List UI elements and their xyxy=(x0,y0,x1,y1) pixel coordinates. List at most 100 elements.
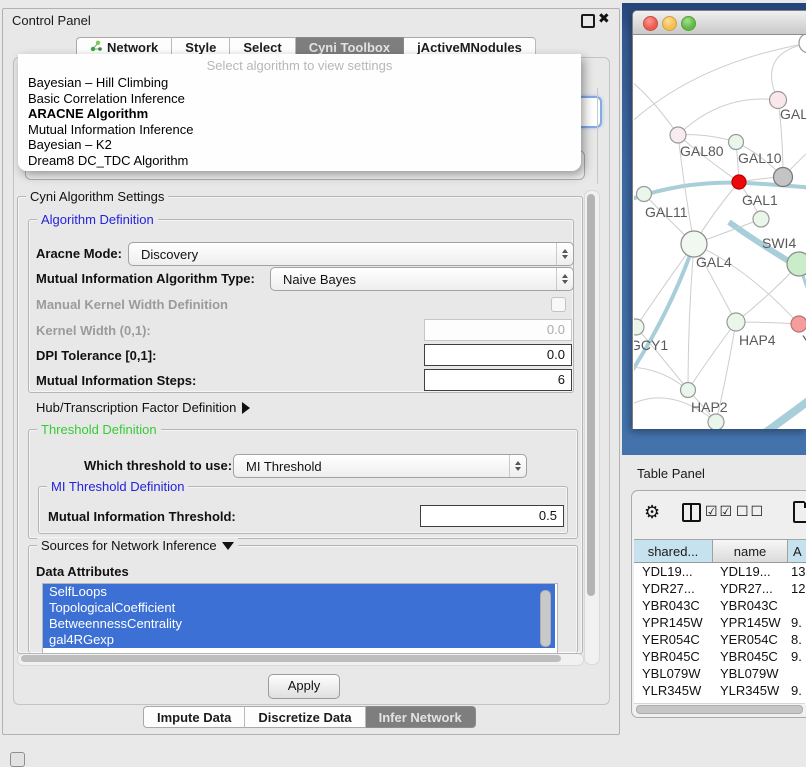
table-row[interactable]: YBL079WYBL079W xyxy=(634,665,806,682)
algorithm-option[interactable]: ARACNE Algorithm xyxy=(18,106,581,122)
attribute-item-selected[interactable]: SelfLoops xyxy=(43,584,555,600)
table-row[interactable]: YER054CYER054C8. xyxy=(634,631,806,648)
table-cell: 13 xyxy=(786,563,806,580)
algorithm-option[interactable]: Dream8 DC_TDC Algorithm xyxy=(18,153,581,169)
table-row[interactable]: YBR045CYBR045C9. xyxy=(634,648,806,665)
column-header[interactable]: shared... xyxy=(634,540,713,562)
table-row[interactable]: YPR145WYPR145W9. xyxy=(634,614,806,631)
collapse-down-icon xyxy=(222,542,234,550)
table-cell: YER054C xyxy=(712,631,786,648)
network-node[interactable] xyxy=(799,35,806,53)
bottom-tabbar: Impute Data Discretize Data Infer Networ… xyxy=(143,706,476,728)
tab-label: Select xyxy=(243,40,281,55)
node-label: GAL10 xyxy=(738,150,782,166)
dpi-tolerance-field[interactable]: 0.0 xyxy=(424,344,572,366)
network-canvas[interactable]: GALGAL80GAL10GAL1GAL11GAL4SWI4HAP4YGCY1H… xyxy=(634,35,806,429)
sources-title: Sources for Network Inference xyxy=(41,538,217,553)
network-node[interactable] xyxy=(753,211,769,227)
sources-toggle[interactable]: Sources for Network Inference xyxy=(37,538,238,553)
algorithm-option[interactable]: Bayesian – Hill Climbing xyxy=(18,75,581,91)
network-view-window[interactable]: GALGAL80GAL10GAL1GAL11GAL4SWI4HAP4YGCY1H… xyxy=(632,10,806,429)
mi-threshold-label: Mutual Information Threshold: xyxy=(48,509,236,524)
select-all-checked-icon[interactable]: ☑☑ xyxy=(705,503,734,520)
tab-discretize-data[interactable]: Discretize Data xyxy=(245,706,365,728)
table-cell: YDR27... xyxy=(712,580,786,597)
tab-infer-network[interactable]: Infer Network xyxy=(366,706,476,728)
network-nodes[interactable] xyxy=(634,35,806,429)
columns-icon[interactable] xyxy=(682,503,701,522)
table-horizontal-scrollbar[interactable] xyxy=(634,703,805,714)
network-node-y[interactable] xyxy=(791,316,806,332)
manual-kernel-label: Manual Kernel Width Definition xyxy=(36,297,228,312)
table-row[interactable]: YLR345WYLR345W9. xyxy=(634,682,806,699)
kernel-width-label: Kernel Width (0,1): xyxy=(36,323,151,338)
algorithm-option[interactable]: Basic Correlation Inference xyxy=(18,91,581,107)
mi-threshold-field[interactable]: 0.5 xyxy=(420,505,564,527)
table-cell: 8. xyxy=(786,631,806,648)
stepper-icon xyxy=(509,455,526,477)
minimized-panel-icon[interactable] xyxy=(10,752,25,767)
data-attributes-list[interactable]: SelfLoopsTopologicalCoefficientBetweenne… xyxy=(42,583,558,654)
network-node-gal80[interactable] xyxy=(670,127,686,143)
aracne-mode-select[interactable]: Discovery xyxy=(128,242,574,266)
kernel-width-field[interactable]: 0.0 xyxy=(424,319,572,341)
stepper-icon xyxy=(556,243,573,265)
group-title: Threshold Definition xyxy=(37,422,161,437)
table-row[interactable]: YBR043CYBR043C xyxy=(634,597,806,614)
network-window-titlebar[interactable] xyxy=(633,11,806,35)
network-node[interactable] xyxy=(708,414,724,429)
document-icon[interactable] xyxy=(793,501,806,523)
which-threshold-select[interactable]: MI Threshold xyxy=(233,454,527,478)
table-cell: YBR045C xyxy=(712,648,786,665)
minimize-traffic-icon[interactable] xyxy=(662,16,677,31)
close-icon[interactable]: ✖ xyxy=(598,10,610,27)
mi-type-select[interactable]: Naive Bayes xyxy=(270,267,574,291)
table-header-row: shared... name A xyxy=(634,539,806,563)
deselect-all-icon[interactable]: ☐☐ xyxy=(736,503,765,520)
scrollbar-thumb[interactable] xyxy=(21,655,561,662)
gear-icon[interactable]: ⚙ xyxy=(644,503,660,521)
list-scrollbar-thumb[interactable] xyxy=(540,590,551,647)
network-node-gal11[interactable] xyxy=(637,187,652,202)
algorithm-dropdown: Select algorithm to view settings Bayesi… xyxy=(18,54,581,171)
algorithm-option[interactable]: Mutual Information Inference xyxy=(18,122,581,138)
network-node-labels: GALGAL80GAL10GAL1GAL11GAL4SWI4HAP4YGCY1H… xyxy=(634,106,806,415)
network-node-hap2[interactable] xyxy=(681,383,696,398)
zoom-traffic-icon[interactable] xyxy=(681,16,696,31)
scrollbar-thumb[interactable] xyxy=(587,194,595,596)
attribute-item-selected[interactable]: gal4RGexp xyxy=(43,632,555,648)
scrollbar-thumb[interactable] xyxy=(636,705,803,714)
network-node-hap4[interactable] xyxy=(727,313,745,331)
close-traffic-icon[interactable] xyxy=(643,16,658,31)
network-node[interactable] xyxy=(774,168,793,187)
mi-type-label: Mutual Information Algorithm Type: xyxy=(36,271,255,286)
algorithm-dropdown-prompt: Select algorithm to view settings xyxy=(18,54,581,75)
algorithm-dropdown-list: Bayesian – Hill ClimbingBasic Correlatio… xyxy=(18,75,581,168)
tab-impute-data[interactable]: Impute Data xyxy=(143,706,245,728)
node-label: GAL xyxy=(780,106,806,122)
table-row[interactable]: YDL19...YDL19...13 xyxy=(634,563,806,580)
network-node-gal1[interactable] xyxy=(732,175,746,189)
hub-definition-toggle[interactable]: Hub/Transcription Factor Definition xyxy=(36,400,250,415)
column-header[interactable]: A xyxy=(788,540,806,562)
table-row[interactable]: YDR27...YDR27...12 xyxy=(634,580,806,597)
network-node-gcy1[interactable] xyxy=(634,319,644,335)
attribute-item-selected[interactable]: TopologicalCoefficient xyxy=(43,600,555,616)
table-cell: YDL19... xyxy=(712,563,786,580)
algorithm-option[interactable]: Bayesian – K2 xyxy=(18,137,581,153)
mi-steps-field[interactable]: 6 xyxy=(424,369,572,391)
manual-kernel-checkbox[interactable] xyxy=(551,297,566,312)
float-window-icon[interactable] xyxy=(581,14,595,28)
table-cell: YBL079W xyxy=(634,665,712,682)
settings-vertical-scrollbar[interactable] xyxy=(584,190,600,665)
apply-button[interactable]: Apply xyxy=(268,674,340,699)
attribute-item-selected[interactable]: BetweennessCentrality xyxy=(43,616,555,632)
settings-horizontal-scrollbar[interactable] xyxy=(17,653,584,666)
column-header[interactable]: name xyxy=(713,540,788,562)
table-cell: 12 xyxy=(786,580,806,597)
table-cell: YPR145W xyxy=(634,614,712,631)
table-panel-title: Table Panel xyxy=(637,466,705,481)
network-node-swi4[interactable] xyxy=(787,252,806,276)
table-cell: 9. xyxy=(786,682,806,699)
network-node-gal10[interactable] xyxy=(729,135,744,150)
